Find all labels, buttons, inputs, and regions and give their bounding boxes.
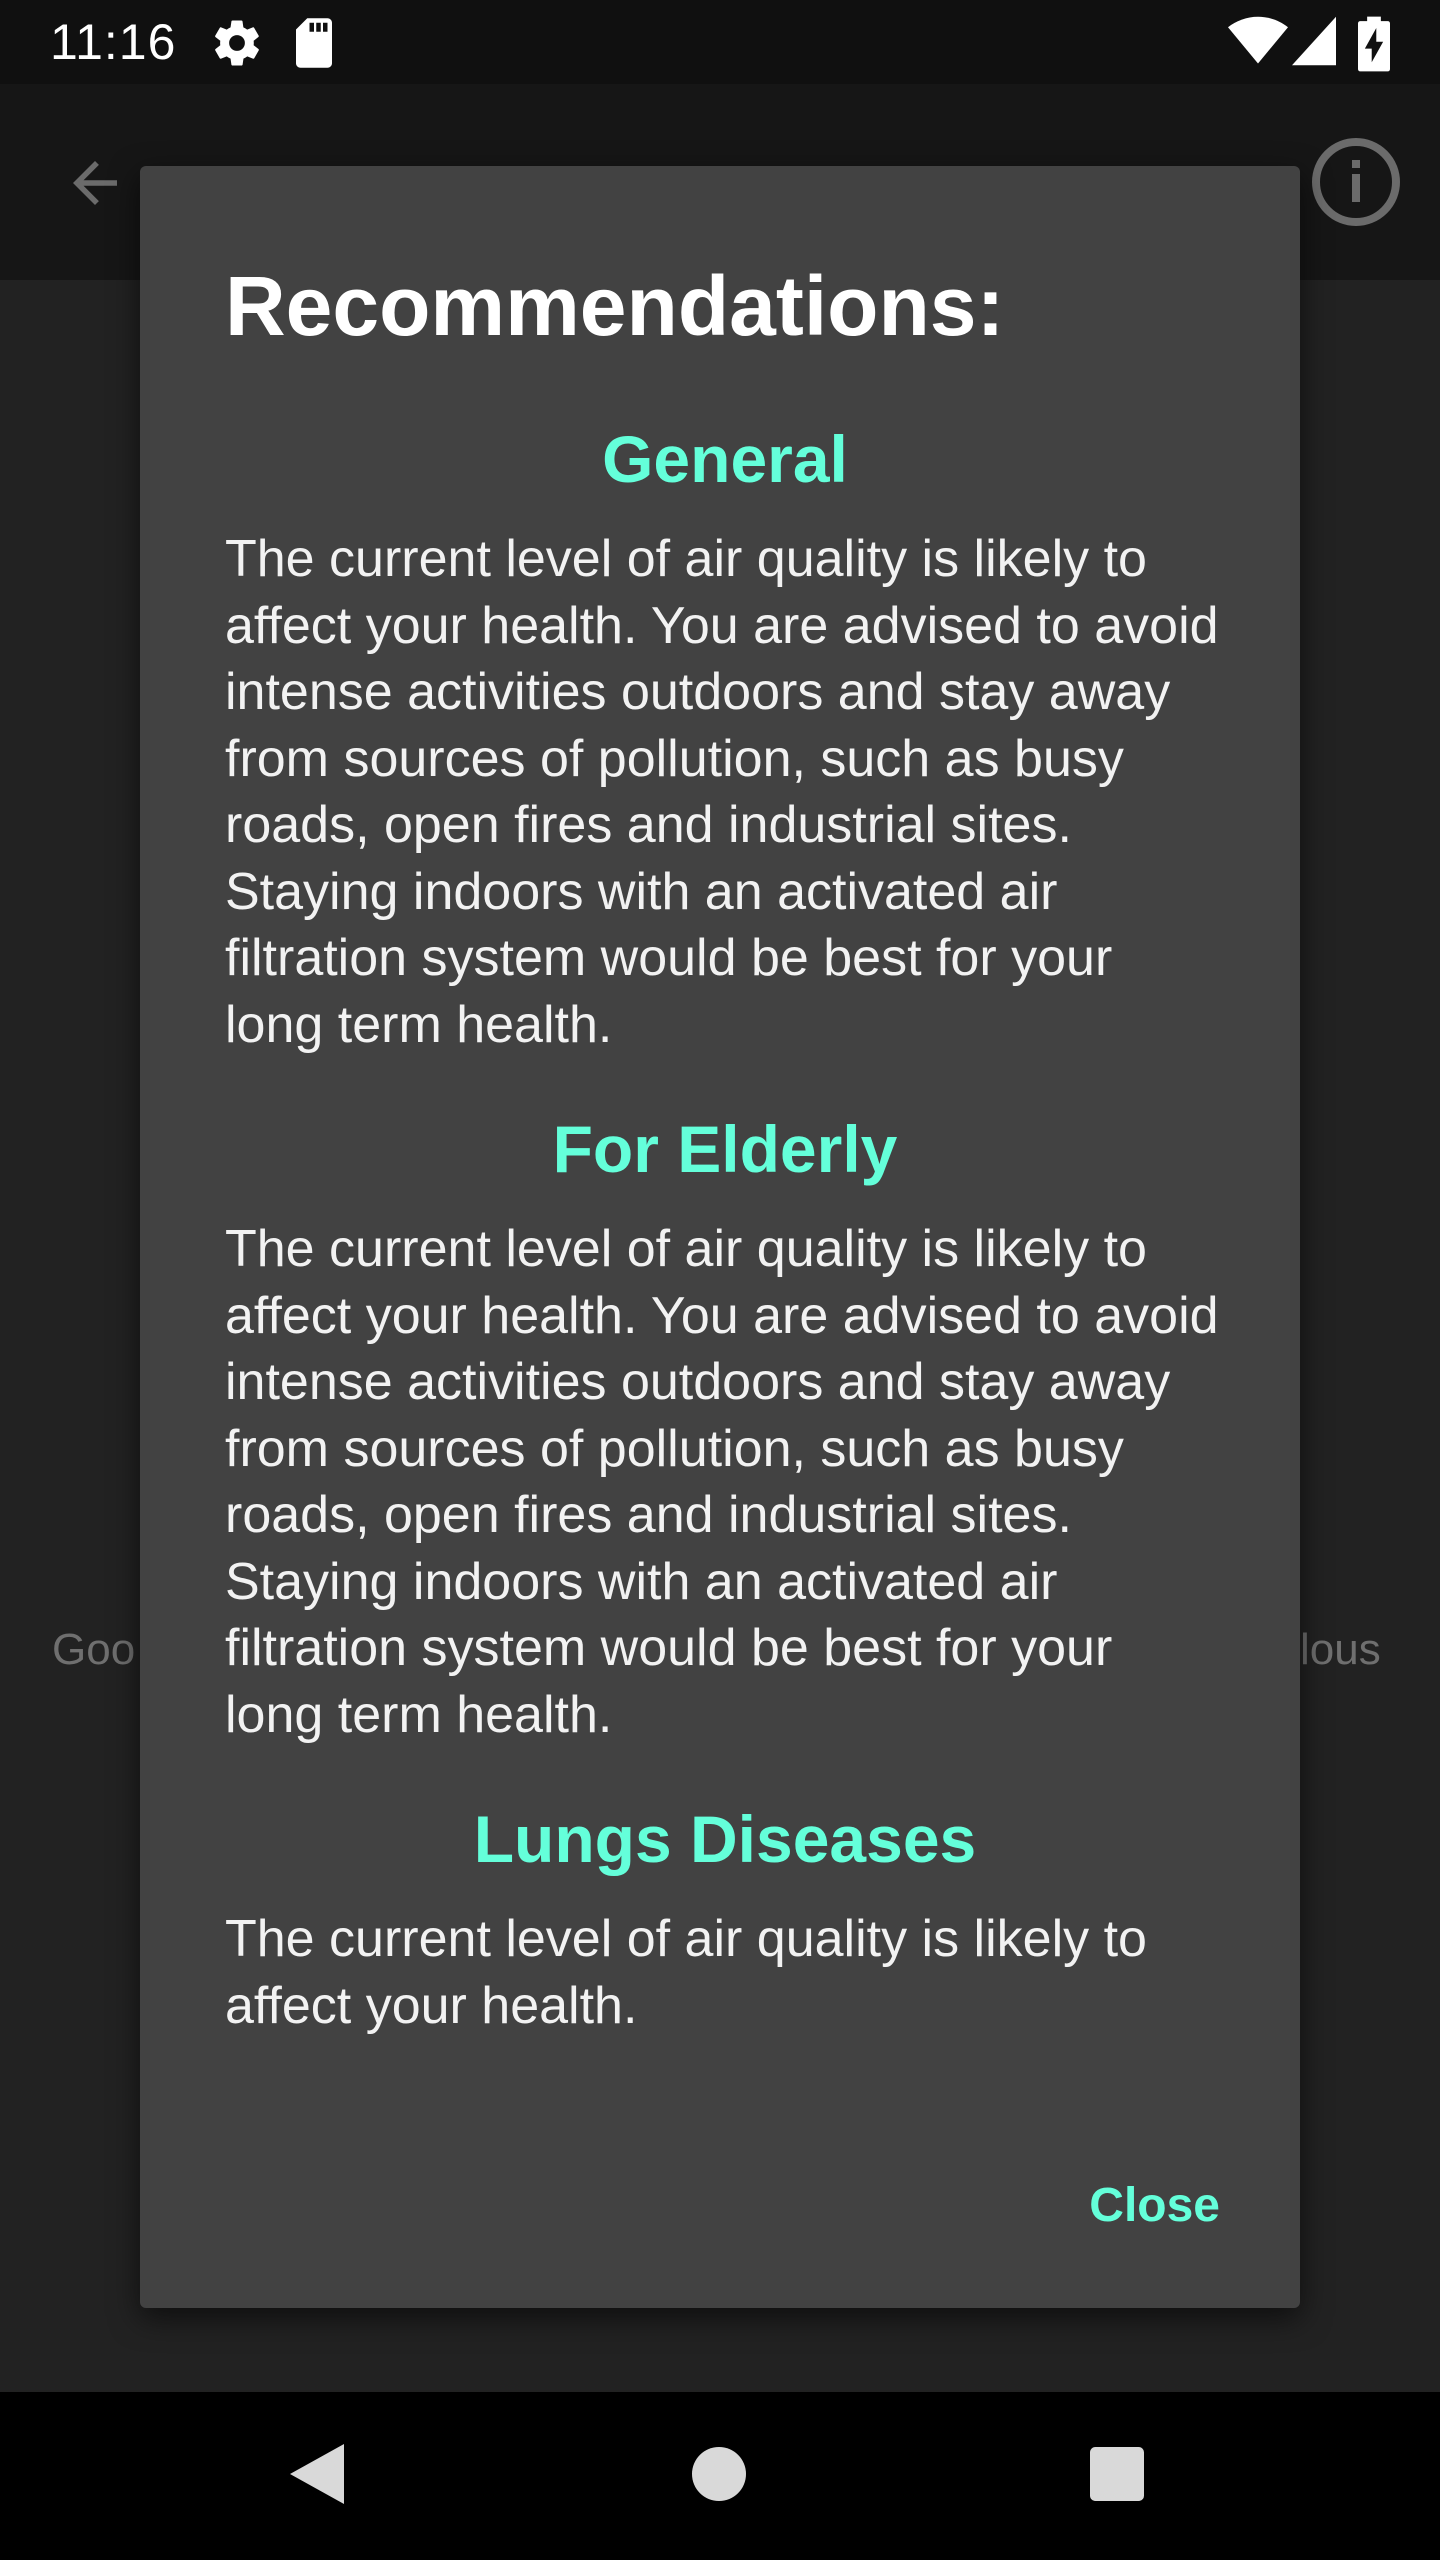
dialog-title: Recommendations: (225, 259, 1005, 353)
section-heading-lungs: Lungs Diseases (473, 1802, 977, 1876)
info-icon[interactable] (1308, 134, 1404, 235)
section-body-elderly: The current level of air quality is like… (225, 1220, 1219, 1744)
signal-icon (1292, 16, 1336, 71)
recommendations-scroll-area[interactable]: General The current level of air quality… (225, 406, 1225, 2161)
status-bar: 11:16 (0, 0, 1440, 84)
status-time: 11:16 (50, 14, 177, 70)
section-body-lungs: The current level of air quality is like… (225, 1910, 1147, 2035)
close-button[interactable]: Close (1089, 2166, 1220, 2246)
recommendations-dialog: Recommendations: General The current lev… (140, 166, 1300, 2308)
section-heading-general: General (602, 422, 848, 496)
sd-card-icon (290, 16, 338, 75)
settings-icon (210, 16, 264, 75)
nav-back-icon[interactable] (290, 2444, 344, 2509)
nav-home-icon[interactable] (692, 2447, 746, 2506)
wifi-icon (1228, 16, 1288, 71)
back-arrow-icon[interactable] (62, 150, 128, 221)
navigation-bar (0, 2392, 1440, 2560)
background-right-label: lous (1300, 1625, 1381, 1674)
battery-charging-icon (1358, 16, 1390, 77)
background-left-label: Goo (52, 1625, 136, 1674)
section-heading-elderly: For Elderly (552, 1112, 898, 1186)
nav-recents-icon[interactable] (1090, 2447, 1144, 2506)
section-body-general: The current level of air quality is like… (225, 530, 1219, 1054)
